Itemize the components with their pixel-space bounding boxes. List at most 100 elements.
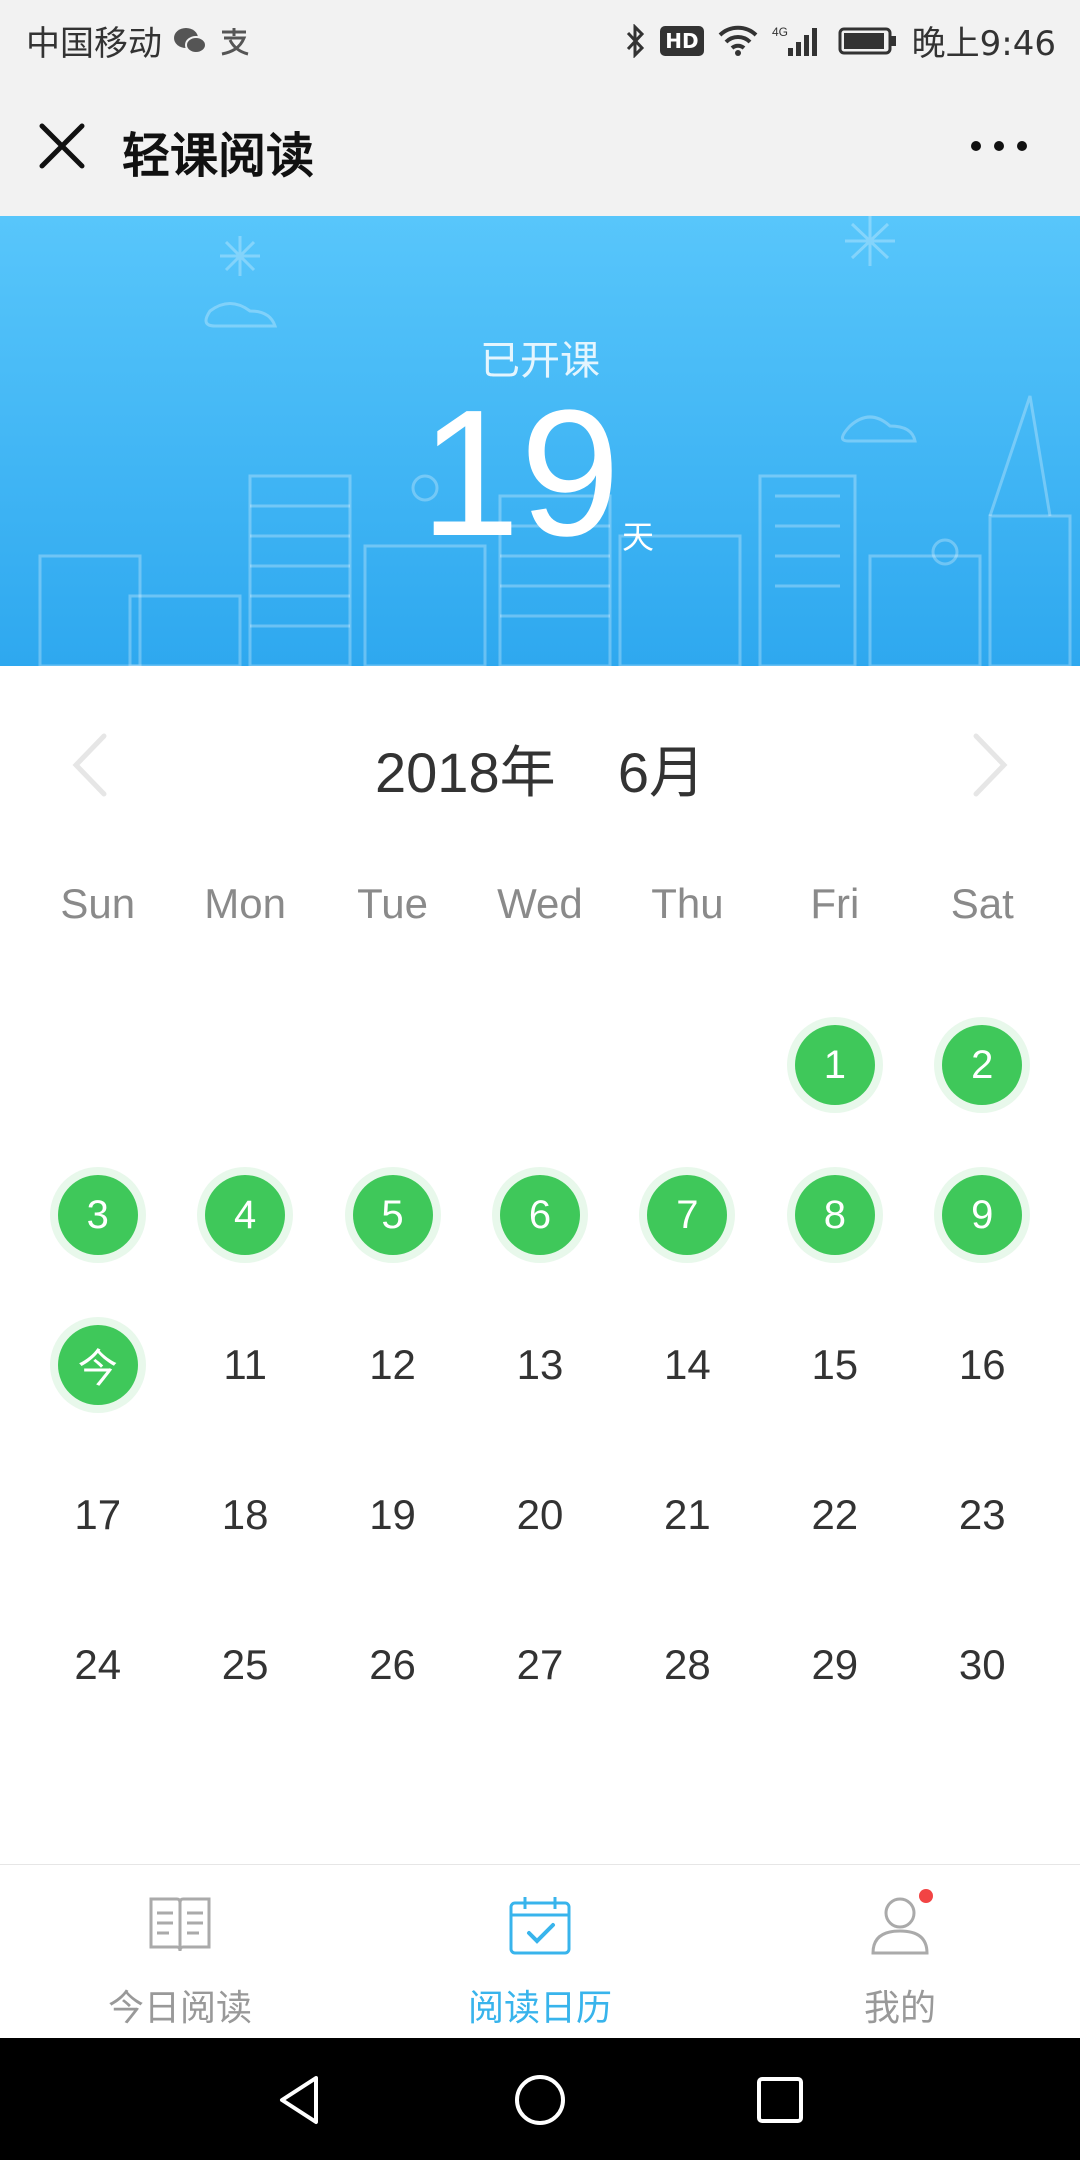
calendar-day[interactable]: 14 [614, 1290, 761, 1440]
back-button[interactable] [272, 2072, 328, 2128]
calendar-day[interactable]: 11 [171, 1290, 318, 1440]
calendar-day[interactable]: 24 [24, 1590, 171, 1740]
day-number: 22 [811, 1491, 859, 1538]
calendar-day[interactable]: 18 [171, 1440, 318, 1590]
checked-day-marker: 5 [352, 1175, 433, 1255]
calendar-day[interactable]: 26 [319, 1590, 466, 1740]
calendar-day[interactable]: 21 [614, 1440, 761, 1590]
calendar-day[interactable]: 15 [761, 1290, 908, 1440]
day-number: 25 [221, 1641, 269, 1688]
tab-label: 今日阅读 [107, 1988, 252, 2029]
calendar-week-row: 今 11 12 13 14 15 16 [24, 1290, 1056, 1440]
more-button[interactable] [964, 128, 1034, 164]
clock: 晚上9:46 [911, 24, 1056, 64]
calendar-day[interactable]: 23 [909, 1440, 1056, 1590]
weekday-label: Sun [60, 880, 136, 927]
calendar-day[interactable]: 30 [909, 1590, 1056, 1740]
chevron-right-icon [973, 733, 1008, 797]
calendar-week-row: 12 [24, 990, 1056, 1140]
calendar-week-row: 3456789 [24, 1140, 1056, 1290]
month-label: 2018年 6月 [375, 741, 705, 804]
checked-day-marker: 1 [794, 1025, 875, 1105]
calendar-header: 2018年 6月 [0, 666, 1080, 856]
checked-day-marker: 今 [57, 1325, 138, 1405]
signal-icon: 4G [772, 24, 824, 58]
wifi-icon [718, 25, 758, 57]
notification-dot [919, 1889, 933, 1903]
checked-day-marker: 7 [647, 1175, 728, 1255]
recents-button[interactable] [752, 2072, 808, 2128]
tab-label: 阅读日历 [467, 1988, 612, 2029]
calendar-day[interactable]: 6 [466, 1140, 613, 1290]
day-number: 16 [958, 1341, 1006, 1388]
checked-day-marker: 2 [942, 1025, 1023, 1105]
calendar-day[interactable]: 28 [614, 1590, 761, 1740]
bluetooth-icon [624, 23, 646, 58]
calendar-empty-cell [466, 990, 613, 1140]
checked-day-marker: 4 [205, 1175, 286, 1255]
calendar-day[interactable]: 22 [761, 1440, 908, 1590]
day-number: 24 [74, 1641, 122, 1688]
alipay-icon [218, 26, 252, 56]
close-button[interactable] [34, 118, 90, 174]
hd-badge: HD [660, 25, 704, 56]
weekday-label: Sat [950, 880, 1014, 927]
checked-day-marker: 8 [794, 1175, 875, 1255]
day-number: 20 [516, 1491, 564, 1538]
calendar-day[interactable]: 19 [319, 1440, 466, 1590]
calendar-day[interactable]: 12 [319, 1290, 466, 1440]
back-triangle-icon [280, 2076, 318, 2124]
calendar-empty-cell [171, 990, 318, 1140]
days-unit: 天 [622, 518, 655, 556]
calendar-day[interactable]: 今 [24, 1290, 171, 1440]
home-button[interactable] [512, 2072, 568, 2128]
calendar-day[interactable]: 7 [614, 1140, 761, 1290]
wechat-icon [172, 26, 208, 56]
calendar-day[interactable]: 20 [466, 1440, 613, 1590]
system-nav-bar [0, 2038, 1080, 2160]
day-number: 13 [516, 1341, 564, 1388]
days-count: 19 [420, 373, 621, 574]
calendar-day[interactable]: 4 [171, 1140, 318, 1290]
checked-day-marker: 6 [499, 1175, 580, 1255]
calendar-day[interactable]: 16 [909, 1290, 1056, 1440]
weekday-label: Fri [810, 880, 860, 927]
calendar-grid: 1 2 3 4 5 6 7 8 9 今 11 12 13 14 15 16 17 18 19 20 21 22 23 24 25… [24, 990, 1056, 1740]
next-month-button[interactable] [960, 730, 1020, 800]
calendar-day[interactable]: 9 [909, 1140, 1056, 1290]
day-number: 15 [811, 1341, 859, 1388]
calendar-day[interactable]: 8 [761, 1140, 908, 1290]
calendar-day[interactable]: 17 [24, 1440, 171, 1590]
calendar-day[interactable]: 29 [761, 1590, 908, 1740]
day-number: 12 [369, 1341, 416, 1388]
day-number: 30 [958, 1641, 1006, 1688]
calendar-day[interactable]: 25 [171, 1590, 318, 1740]
status-bar: 中国移动 HD 4G 晚上9:46 [0, 0, 1080, 76]
tab-reading-calendar[interactable]: 阅读日历 [360, 1865, 720, 2039]
page-title: 轻课阅读 [122, 128, 315, 184]
checked-day-marker: 9 [942, 1175, 1023, 1255]
tab-mine[interactable]: 我的 [720, 1865, 1080, 2039]
calendar-day[interactable]: 5 [319, 1140, 466, 1290]
svg-text:4G: 4G [772, 25, 788, 39]
weekday-label: Tue [357, 880, 428, 927]
weekday-row: Sun Mon Tue Wed Thu Fri Sat [24, 880, 1056, 960]
day-number: 11 [223, 1341, 267, 1388]
tab-label: 我的 [863, 1988, 936, 2029]
calendar-day[interactable]: 3 [24, 1140, 171, 1290]
calendar-empty-cell [319, 990, 466, 1140]
calendar-day[interactable]: 13 [466, 1290, 613, 1440]
day-number: 19 [369, 1491, 416, 1538]
carrier-label: 中国移动 [26, 24, 162, 64]
calendar-week-row: 17 18 19 20 21 22 23 [24, 1440, 1056, 1590]
calendar-empty-cell [614, 990, 761, 1140]
calendar-day[interactable]: 2 [909, 990, 1056, 1140]
calendar-empty-cell [24, 990, 171, 1140]
calendar-day[interactable]: 27 [466, 1590, 613, 1740]
title-bar: 轻课阅读 [0, 76, 1080, 217]
day-number: 21 [664, 1491, 711, 1538]
day-number: 17 [74, 1491, 122, 1538]
tab-today-reading[interactable]: 今日阅读 [0, 1865, 360, 2039]
calendar-day[interactable]: 1 [761, 990, 908, 1140]
recents-square-icon [757, 2077, 803, 2123]
